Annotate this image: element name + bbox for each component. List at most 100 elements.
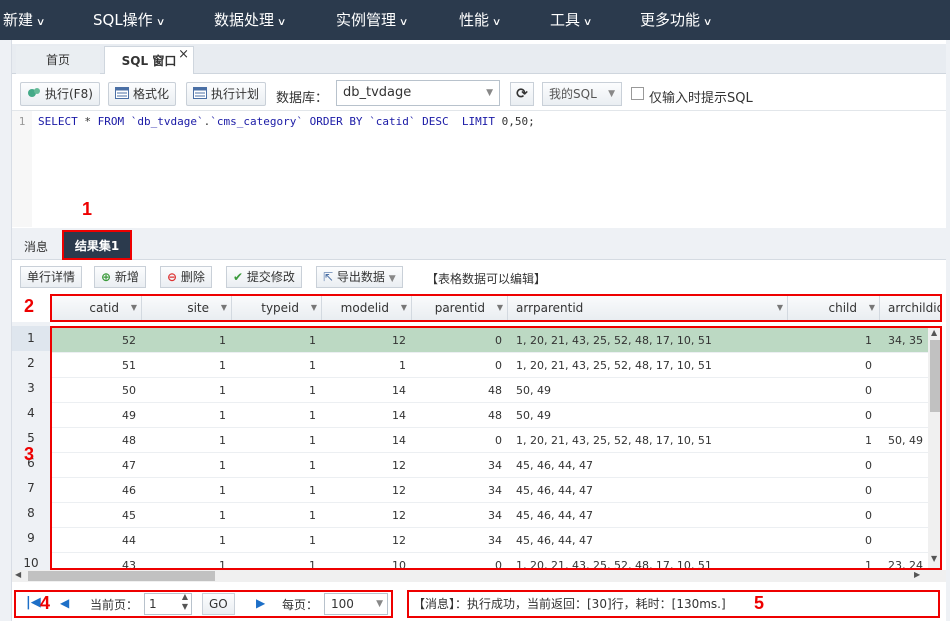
column-header-catid[interactable]: catid ▼ (52, 296, 142, 320)
column-header-typeid[interactable]: typeid ▼ (232, 296, 322, 320)
table-cell-typeid[interactable]: 1 (232, 553, 316, 568)
per-page-select[interactable]: 100 ▼ (324, 593, 388, 615)
table-cell-catid[interactable]: 46 (52, 478, 136, 503)
table-cell-child[interactable]: 0 (788, 528, 872, 553)
format-button[interactable]: 格式化 (108, 82, 177, 106)
table-cell-site[interactable]: 1 (142, 553, 226, 568)
table-cell-site[interactable]: 1 (142, 353, 226, 378)
table-row[interactable]: 51 1 1 1 0 1, 20, 21, 43, 25, 52, 48, 17, 10,… (52, 353, 928, 378)
table-cell-parentid[interactable]: 34 (412, 528, 502, 553)
tab-resultset-1[interactable]: 结果集1 (62, 230, 132, 260)
table-cell-site[interactable]: 1 (142, 528, 226, 553)
table-cell-catid[interactable]: 51 (52, 353, 136, 378)
table-cell-typeid[interactable]: 1 (232, 403, 316, 428)
table-cell-typeid[interactable]: 1 (232, 328, 316, 353)
execute-button[interactable]: 执行(F8) (20, 82, 100, 106)
scroll-right-icon[interactable]: ▶ (914, 570, 920, 579)
stepper-icon[interactable]: ▲ ▼ (182, 592, 188, 612)
horizontal-scrollbar[interactable]: ◀ ▶ (12, 570, 946, 582)
table-cell-child[interactable]: 0 (788, 478, 872, 503)
table-cell-typeid[interactable]: 1 (232, 503, 316, 528)
table-cell-site[interactable]: 1 (142, 453, 226, 478)
table-cell-parentid[interactable]: 0 (412, 353, 502, 378)
column-header-modelid[interactable]: modelid ▼ (322, 296, 412, 320)
table-cell-modelid[interactable]: 1 (322, 353, 406, 378)
table-cell-arrparentid[interactable]: 1, 20, 21, 43, 25, 52, 48, 17, 10, 51 (516, 353, 776, 378)
table-cell-parentid[interactable]: 48 (412, 403, 502, 428)
table-cell-catid[interactable]: 44 (52, 528, 136, 553)
commit-button[interactable]: ✔ 提交修改 (226, 266, 302, 288)
table-cell-parentid[interactable]: 0 (412, 553, 502, 568)
row-number[interactable]: 1 (12, 326, 50, 351)
table-cell-child[interactable]: 0 (788, 353, 872, 378)
table-cell-catid[interactable]: 45 (52, 503, 136, 528)
export-button[interactable]: ⇱ 导出数据 ▼ (316, 266, 403, 288)
row-number[interactable]: 2 (12, 351, 50, 376)
table-cell-modelid[interactable]: 14 (322, 403, 406, 428)
scroll-thumb[interactable] (28, 571, 215, 581)
hint-checkbox[interactable] (631, 87, 644, 100)
table-cell-arrparentid[interactable]: 50, 49 (516, 378, 776, 403)
table-cell-child[interactable]: 0 (788, 453, 872, 478)
table-cell-parentid[interactable]: 0 (412, 428, 502, 453)
row-number[interactable]: 3 (12, 376, 50, 401)
table-cell-child[interactable]: 0 (788, 378, 872, 403)
table-cell-site[interactable]: 1 (142, 378, 226, 403)
table-cell-site[interactable]: 1 (142, 403, 226, 428)
table-cell-modelid[interactable]: 12 (322, 328, 406, 353)
nav-sql-ops[interactable]: SQL操作 ∨ (93, 0, 165, 40)
table-cell-arrparentid[interactable]: 1, 20, 21, 43, 25, 52, 48, 17, 10, 51 (516, 328, 776, 353)
nav-more[interactable]: 更多功能 ∨ (640, 0, 712, 40)
table-row[interactable]: 46 1 1 12 34 45, 46, 44, 47 0 (52, 478, 928, 503)
table-row[interactable]: 50 1 1 14 48 50, 49 0 (52, 378, 928, 403)
scroll-thumb[interactable] (930, 340, 940, 412)
table-cell-typeid[interactable]: 1 (232, 528, 316, 553)
current-page-input[interactable]: 1 ▲ ▼ (144, 592, 192, 615)
sort-arrow-icon[interactable]: ▼ (311, 296, 317, 320)
exec-plan-button[interactable]: 执行计划 (186, 82, 267, 106)
table-cell-arrparentid[interactable]: 45, 46, 44, 47 (516, 478, 776, 503)
sort-arrow-icon[interactable]: ▼ (777, 296, 783, 320)
table-cell-arrparentid[interactable]: 45, 46, 44, 47 (516, 528, 776, 553)
table-cell-child[interactable]: 1 (788, 553, 872, 568)
table-cell-typeid[interactable]: 1 (232, 478, 316, 503)
sort-arrow-icon[interactable]: ▼ (401, 296, 407, 320)
database-select[interactable]: db_tvdage ▼ (336, 80, 500, 106)
table-cell-site[interactable]: 1 (142, 478, 226, 503)
table-cell-child[interactable]: 1 (788, 328, 872, 353)
row-number[interactable]: 9 (12, 526, 50, 551)
sql-editor[interactable]: 1 SELECT * FROM `db_tvdage`.`cms_categor… (12, 110, 946, 227)
table-cell-modelid[interactable]: 10 (322, 553, 406, 568)
table-cell-child[interactable]: 0 (788, 403, 872, 428)
table-cell-child[interactable]: 1 (788, 428, 872, 453)
column-header-site[interactable]: site ▼ (142, 296, 232, 320)
refresh-button[interactable]: ⟳ (510, 82, 534, 106)
table-cell-site[interactable]: 1 (142, 328, 226, 353)
first-page-icon[interactable]: |◀ (26, 595, 41, 610)
table-row[interactable]: 44 1 1 12 34 45, 46, 44, 47 0 (52, 528, 928, 553)
table-cell-modelid[interactable]: 12 (322, 453, 406, 478)
table-cell-arrparentid[interactable]: 1, 20, 21, 43, 25, 52, 48, 17, 10, 51 (516, 428, 776, 453)
go-button[interactable]: GO (202, 593, 235, 615)
table-cell-modelid[interactable]: 12 (322, 478, 406, 503)
nav-tools[interactable]: 工具 ∨ (550, 0, 592, 40)
row-detail-button[interactable]: 单行详情 (20, 266, 83, 288)
table-cell-catid[interactable]: 43 (52, 553, 136, 568)
table-cell-catid[interactable]: 49 (52, 403, 136, 428)
vertical-scrollbar[interactable]: ▲ ▼ (928, 328, 940, 568)
column-header-child[interactable]: child ▼ (788, 296, 880, 320)
table-cell-typeid[interactable]: 1 (232, 353, 316, 378)
table-cell-catid[interactable]: 48 (52, 428, 136, 453)
row-number[interactable]: 4 (12, 401, 50, 426)
table-cell-arrparentid[interactable]: 45, 46, 44, 47 (516, 503, 776, 528)
row-number[interactable]: 7 (12, 476, 50, 501)
column-header-parentid[interactable]: parentid ▼ (412, 296, 508, 320)
nav-new[interactable]: 新建 ∨ (3, 0, 45, 40)
sort-arrow-icon[interactable]: ▼ (869, 296, 875, 320)
table-cell-parentid[interactable]: 34 (412, 453, 502, 478)
table-cell-site[interactable]: 1 (142, 503, 226, 528)
table-cell-parentid[interactable]: 34 (412, 478, 502, 503)
table-cell-parentid[interactable]: 0 (412, 328, 502, 353)
table-cell-parentid[interactable]: 48 (412, 378, 502, 403)
table-row[interactable]: 49 1 1 14 48 50, 49 0 (52, 403, 928, 428)
